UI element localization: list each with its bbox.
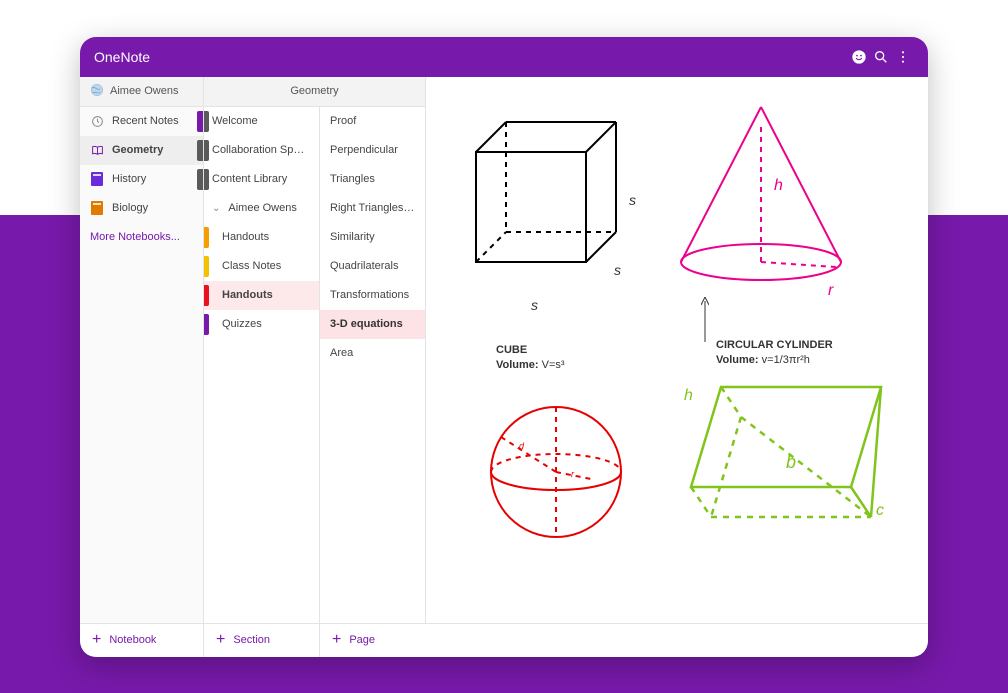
sphere-d: d <box>519 441 525 451</box>
page-perpendicular[interactable]: Perpendicular <box>320 136 425 165</box>
section-label: Collaboration Sp… <box>212 144 304 156</box>
chevron-down-icon: ⌄ <box>212 203 220 214</box>
section-color-tab <box>204 169 209 190</box>
section-color-tab <box>204 314 209 335</box>
page-triangles[interactable]: Triangles <box>320 165 425 194</box>
notebook-color-tab <box>197 169 203 190</box>
cube-volume: Volume: V=s³ <box>496 359 565 371</box>
section-color-tab <box>204 285 209 306</box>
section-color-tab <box>204 227 209 248</box>
section-color-tab <box>204 140 209 161</box>
note-canvas[interactable]: s s s CUBE Volume: V=s³ <box>426 77 928 623</box>
add-page-button[interactable]: + Page <box>320 624 928 657</box>
section-welcome[interactable]: Welcome <box>204 107 319 136</box>
book-open-icon <box>90 144 104 157</box>
cone-drawing <box>661 97 861 297</box>
section-label: Welcome <box>212 115 258 127</box>
page-3d-equations[interactable]: 3-D equations <box>320 310 425 339</box>
cube-side-s3: s <box>531 297 538 313</box>
section-group-header: Geometry <box>204 77 425 107</box>
notebook-column: Aimee Owens Recent Notes Geometry <box>80 77 204 623</box>
notebook-owner: Aimee Owens <box>110 85 178 97</box>
globe-icon <box>90 83 104 100</box>
section-color-tab <box>204 111 209 132</box>
nav-biology[interactable]: Biology <box>80 194 203 223</box>
page-list: Proof Perpendicular Triangles Right Tria… <box>320 107 425 623</box>
section-handouts-2[interactable]: Handouts <box>204 281 319 310</box>
sections-pages-column: Geometry Welcome Collaboration Sp… Conte… <box>204 77 426 623</box>
section-content-library[interactable]: Content Library <box>204 165 319 194</box>
section-quizzes[interactable]: Quizzes <box>204 310 319 339</box>
book-icon <box>90 201 104 215</box>
notebook-list: Recent Notes Geometry History <box>80 107 203 623</box>
app-window: OneNote Aimee Owens <box>80 37 928 657</box>
cube-title: CUBE <box>496 344 527 356</box>
cone-title: CIRCULAR CYLINDER <box>716 339 833 351</box>
section-color-tab <box>204 256 209 277</box>
section-label: Handouts <box>222 231 269 243</box>
smiley-icon[interactable] <box>848 49 870 65</box>
section-label: Handouts <box>222 289 273 301</box>
nav-geometry[interactable]: Geometry <box>80 136 203 165</box>
app-title: OneNote <box>94 49 150 65</box>
cube-side-s1: s <box>629 192 636 208</box>
section-group-aimee[interactable]: ⌄ Aimee Owens <box>204 194 319 223</box>
nav-label: History <box>112 173 146 185</box>
section-handouts-1[interactable]: Handouts <box>204 223 319 252</box>
section-class-notes[interactable]: Class Notes <box>204 252 319 281</box>
plus-icon: + <box>92 632 101 648</box>
page-right-triangles[interactable]: Right Triangles… <box>320 194 425 223</box>
page-similarity[interactable]: Similarity <box>320 223 425 252</box>
page-area[interactable]: Area <box>320 339 425 368</box>
nav-label: Geometry <box>112 144 163 156</box>
prism-h: h <box>684 387 693 405</box>
plus-icon: + <box>216 632 225 648</box>
section-list: Welcome Collaboration Sp… Content Librar… <box>204 107 320 623</box>
notebook-color-tab <box>197 111 203 132</box>
notebook-header[interactable]: Aimee Owens <box>80 77 203 107</box>
more-notebooks-link[interactable]: More Notebooks... <box>80 223 203 251</box>
notebook-color-tab <box>197 140 203 161</box>
arrow-icon <box>701 297 709 342</box>
prism-drawing <box>671 377 891 537</box>
sphere-r: r <box>571 469 575 479</box>
section-label: Quizzes <box>222 318 262 330</box>
prism-b: b <box>786 452 796 473</box>
cube-side-s2: s <box>614 262 621 278</box>
cone-h: h <box>774 177 783 195</box>
nav-recent-notes[interactable]: Recent Notes <box>80 107 203 136</box>
book-icon <box>90 172 104 186</box>
nav-label: Recent Notes <box>112 115 179 127</box>
cone-volume: Volume: v=1/3πr²h <box>716 354 810 366</box>
footer: + Notebook + Section + Page <box>80 623 928 657</box>
nav-label: Biology <box>112 202 148 214</box>
page-proof[interactable]: Proof <box>320 107 425 136</box>
page-transformations[interactable]: Transformations <box>320 281 425 310</box>
add-section-button[interactable]: + Section <box>204 624 320 657</box>
section-collaboration[interactable]: Collaboration Sp… <box>204 136 319 165</box>
cone-r: r <box>828 282 833 300</box>
section-label: Class Notes <box>222 260 281 272</box>
search-icon[interactable] <box>870 49 892 65</box>
plus-icon: + <box>332 632 341 648</box>
page-quadrilaterals[interactable]: Quadrilaterals <box>320 252 425 281</box>
add-notebook-button[interactable]: + Notebook <box>80 624 204 657</box>
nav-history[interactable]: History <box>80 165 203 194</box>
clock-icon <box>90 115 104 128</box>
section-label: Content Library <box>212 173 287 185</box>
sphere-drawing: d r <box>481 397 631 547</box>
cube-drawing <box>461 112 631 282</box>
prism-c: c <box>876 502 884 520</box>
main-area: Aimee Owens Recent Notes Geometry <box>80 77 928 623</box>
titlebar: OneNote <box>80 37 928 77</box>
more-icon[interactable] <box>892 49 914 65</box>
section-label: Aimee Owens <box>228 202 296 214</box>
